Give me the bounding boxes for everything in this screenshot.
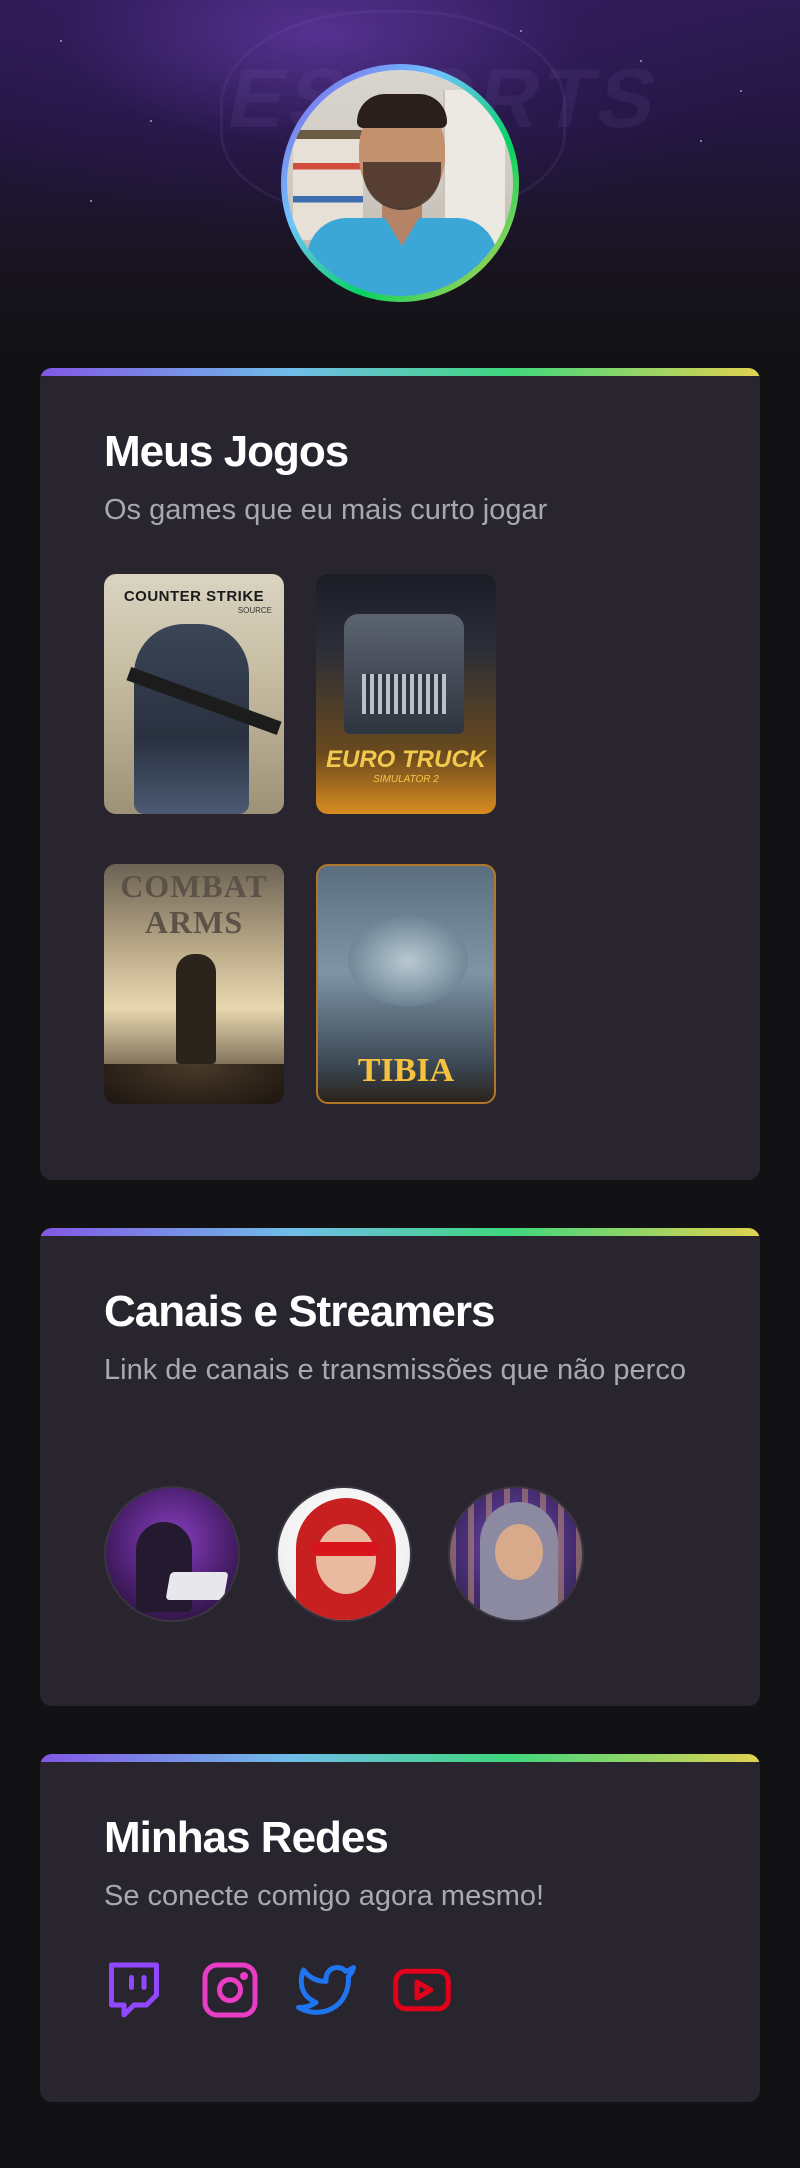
streamers-title: Canais e Streamers [104, 1287, 495, 1336]
streamers-card: Canais e Streamers Link de canais e tran… [40, 1228, 760, 1706]
game-subtitle: SIMULATOR 2 [373, 774, 439, 785]
game-subtitle: SOURCE [237, 606, 272, 615]
social-links [104, 1960, 504, 2020]
game-combat-arms[interactable]: COMBAT ARMS [104, 864, 284, 1104]
socials-subtitle: Se conecte comigo agora mesmo! [104, 1880, 545, 1912]
games-title: Meus Jogos [104, 427, 349, 476]
games-card: Meus Jogos Os games que eu mais curto jo… [40, 368, 760, 1180]
twitter-icon[interactable] [296, 1960, 356, 2020]
game-euro-truck[interactable]: EURO TRUCK SIMULATOR 2 [316, 574, 496, 814]
game-title: COUNTER STRIKE [123, 588, 265, 605]
game-title: EURO TRUCK [326, 746, 486, 773]
streamer-avatar[interactable] [276, 1486, 412, 1622]
streamers-subtitle: Link de canais e transmissões que não pe… [104, 1354, 686, 1386]
streamer-avatar[interactable] [104, 1486, 240, 1622]
streamers-row [104, 1486, 604, 1626]
youtube-icon[interactable] [392, 1960, 452, 2020]
profile-avatar [287, 70, 513, 296]
game-title: COMBAT ARMS [120, 868, 268, 940]
games-subtitle: Os games que eu mais curto jogar [104, 494, 548, 526]
streamer-avatar[interactable] [448, 1486, 584, 1622]
game-title: TIBIA [357, 1052, 455, 1089]
socials-card: Minhas Redes Se conecte comigo agora mes… [40, 1754, 760, 2102]
twitch-icon[interactable] [104, 1960, 164, 2020]
instagram-icon[interactable] [200, 1960, 260, 2020]
game-counter-strike[interactable]: COUNTER STRIKE SOURCE [104, 574, 284, 814]
hero-banner: ESPORTS [0, 0, 800, 360]
profile-avatar-ring [281, 64, 519, 302]
socials-title: Minhas Redes [104, 1813, 389, 1862]
game-tibia[interactable]: TIBIA [316, 864, 496, 1104]
